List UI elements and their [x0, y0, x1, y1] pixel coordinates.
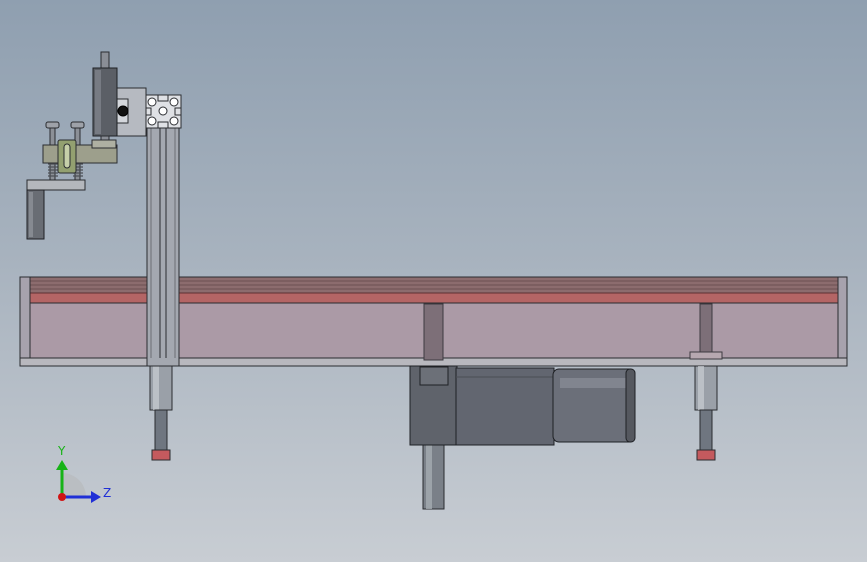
sensor-screw-icon [117, 105, 129, 117]
drive-motor [409, 365, 636, 510]
right-leg-foot [696, 449, 716, 461]
left-leg-foot [151, 449, 171, 461]
aluminum-upright [144, 94, 182, 367]
left-leg-rod [154, 409, 168, 451]
upright-profile [146, 126, 180, 367]
triad-y-arrowhead [56, 460, 68, 470]
triad-z-label: Z [103, 486, 111, 500]
triad-origin [58, 493, 66, 501]
right-support-base [689, 351, 723, 360]
coordinate-triad: Y Z [56, 444, 111, 503]
sensor-bracket [92, 51, 147, 143]
frame-left-end [19, 276, 31, 367]
triad-y-label: Y [57, 444, 66, 458]
right-support-post [699, 303, 713, 353]
frame-right-end [837, 276, 848, 367]
center-support-post [423, 303, 444, 361]
conveyor-assembly-drawing[interactable]: Y Z [0, 0, 867, 562]
left-leg [149, 365, 173, 461]
motor-flange [455, 367, 555, 446]
guide-arm [26, 121, 118, 240]
triad-quadrant [62, 473, 86, 497]
right-leg [694, 365, 718, 461]
triad-z-arrowhead [91, 491, 101, 503]
sensor-rod [100, 51, 110, 71]
arm-lower-bar [26, 179, 86, 191]
right-leg-rod [699, 409, 713, 451]
cad-viewport[interactable]: Y Z [0, 0, 867, 562]
